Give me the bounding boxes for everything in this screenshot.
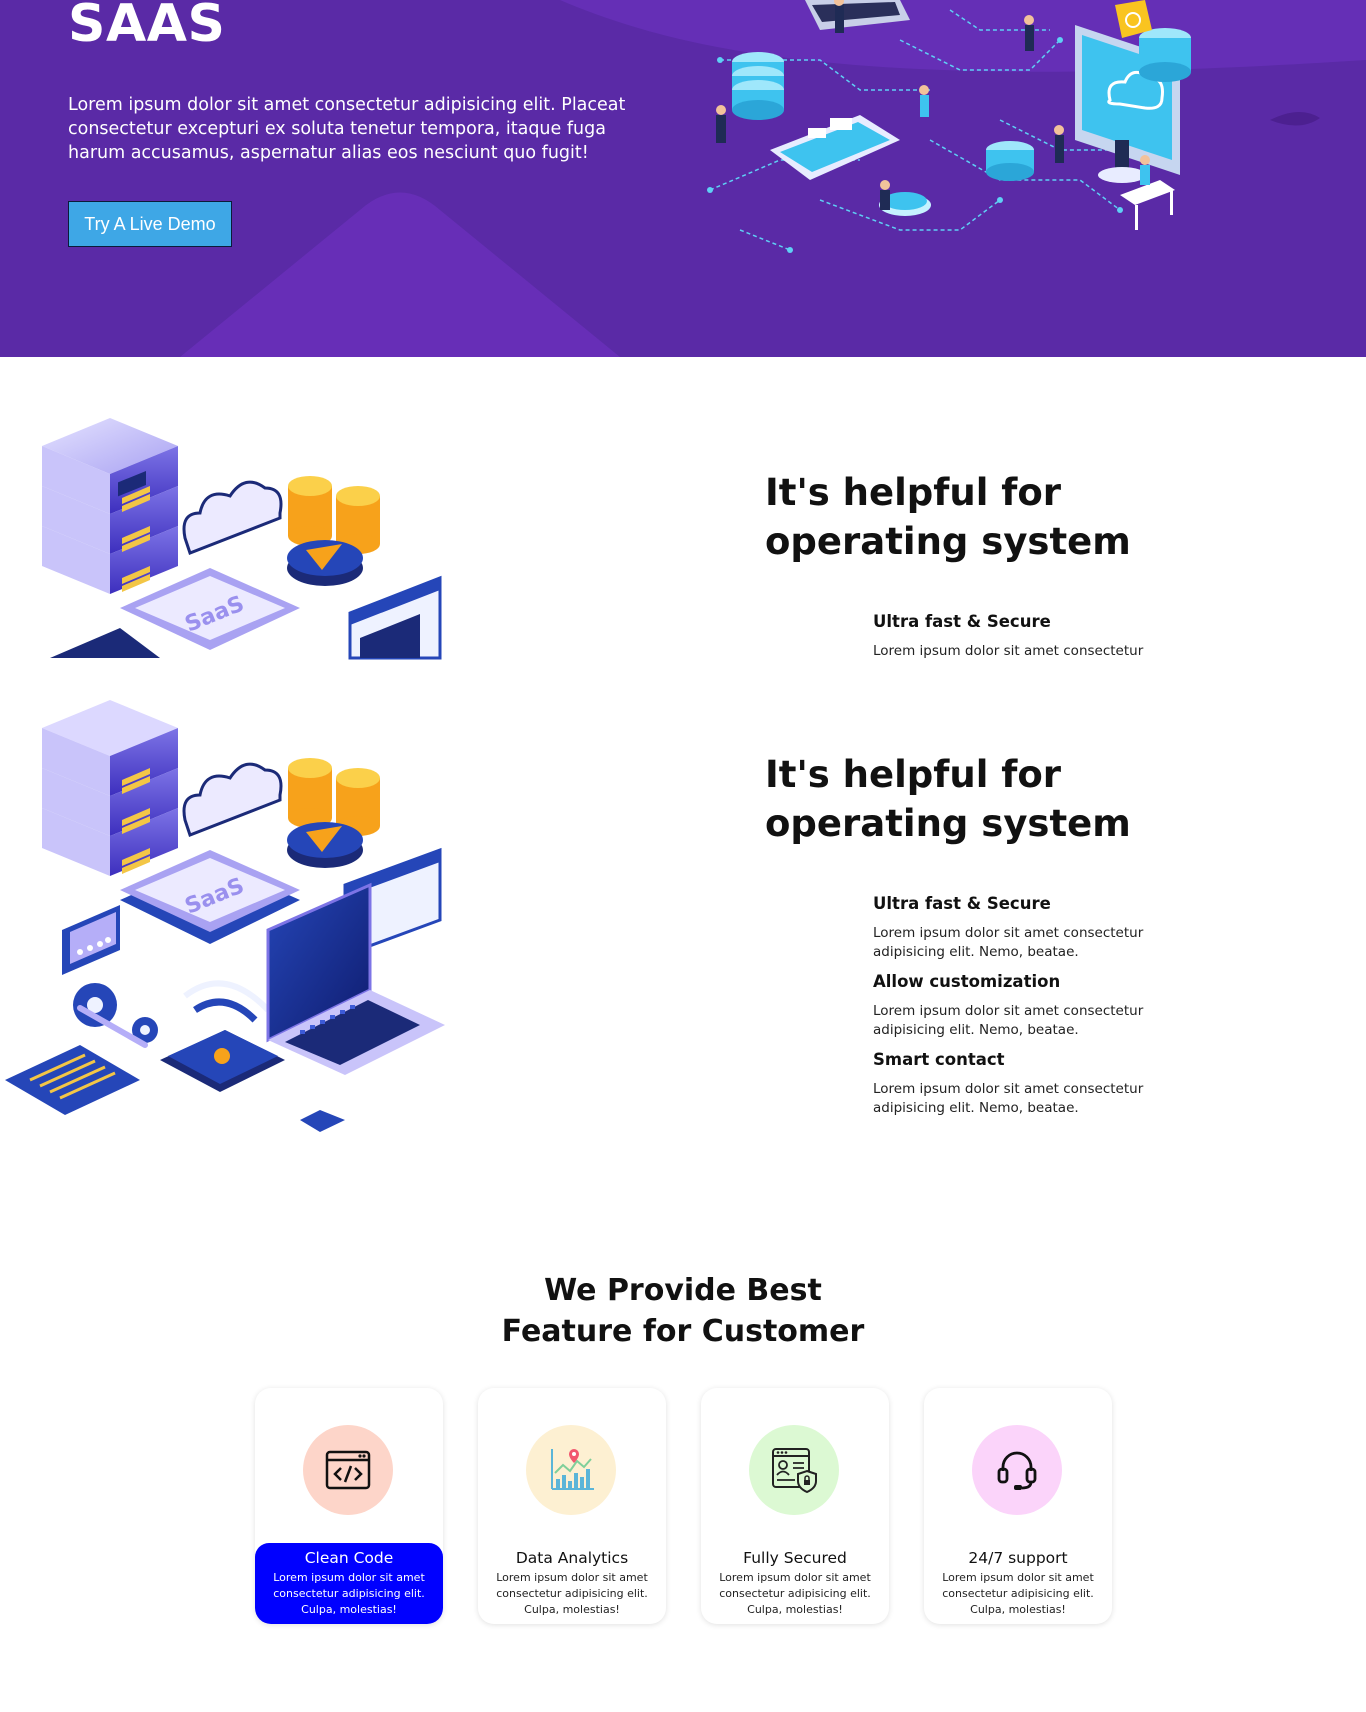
service-card-support[interactable]: 24/7 support Lorem ipsum dolor sit amet … — [924, 1388, 1112, 1624]
feature-item-text: Lorem ipsum dolor sit amet consectetur a… — [873, 925, 1144, 960]
card-body: Data Analytics Lorem ipsum dolor sit ame… — [478, 1543, 666, 1624]
feature-item-title: Ultra fast & Secure — [873, 612, 1051, 631]
card-text: Lorem ipsum dolor sit amet consectetur a… — [496, 1571, 648, 1616]
headset-icon — [997, 1451, 1037, 1490]
services-card-grid: Clean Code Lorem ipsum dolor sit amet co… — [255, 1388, 1113, 1624]
services-title: We Provide Best Feature for Customer — [0, 1270, 1366, 1352]
card-title: Clean Code — [304, 1549, 394, 1567]
services-title-text: We Provide Best Feature for Customer — [501, 1273, 865, 1349]
hero-network-illustration — [707, 0, 1191, 253]
feature-row-2: SaaS It's helpful for operating system U… — [0, 700, 1366, 1146]
analytics-chart-icon — [551, 1449, 594, 1490]
feature-item-text: Lorem ipsum dolor sit amet consectetur a… — [873, 1003, 1144, 1038]
feature-list: Ultra fast & Secure Lorem ipsum dolor si… — [873, 612, 1173, 660]
card-body: Clean Code Lorem ipsum dolor sit amet co… — [255, 1543, 443, 1624]
feature-list: Ultra fast & Secure Lorem ipsum dolor si… — [873, 894, 1173, 1128]
service-card-clean-code[interactable]: Clean Code Lorem ipsum dolor sit amet co… — [255, 1388, 443, 1624]
code-window-icon — [325, 1450, 371, 1490]
card-body: Fully Secured Lorem ipsum dolor sit amet… — [701, 1543, 889, 1624]
try-live-demo-button[interactable]: Try A Live Demo — [68, 201, 232, 247]
card-text: Lorem ipsum dolor sit amet consectetur a… — [942, 1571, 1094, 1616]
feature-item-text: Lorem ipsum dolor sit amet consectetur a… — [873, 1081, 1144, 1116]
card-title: 24/7 support — [968, 1549, 1068, 1567]
feature-heading: It's helpful for operating system — [765, 753, 1131, 845]
feature-heading: It's helpful for operating system — [765, 471, 1131, 563]
saas-server-illustration: SaaS — [42, 418, 442, 660]
service-card-fully-secured[interactable]: Fully Secured Lorem ipsum dolor sit amet… — [701, 1388, 889, 1624]
icon-circle — [749, 1425, 839, 1515]
feature-item-text: Lorem ipsum dolor sit amet consectetur — [873, 643, 1144, 659]
feature-item-title: Ultra fast & Secure — [873, 894, 1051, 913]
card-title: Fully Secured — [743, 1549, 847, 1567]
service-card-data-analytics[interactable]: Data Analytics Lorem ipsum dolor sit ame… — [478, 1388, 666, 1624]
card-body: 24/7 support Lorem ipsum dolor sit amet … — [924, 1543, 1112, 1624]
saas-workflow-illustration: SaaS — [5, 700, 445, 1132]
secure-document-icon — [772, 1448, 817, 1494]
hero-title: SAAS — [68, 0, 226, 54]
feature-row-1: SaaS It's helpful for operating system U… — [0, 418, 1366, 660]
icon-circle — [526, 1425, 616, 1515]
card-text: Lorem ipsum dolor sit amet consectetur a… — [719, 1571, 871, 1616]
card-text: Lorem ipsum dolor sit amet consectetur a… — [273, 1571, 425, 1616]
feature-item-title: Allow customization — [873, 972, 1061, 991]
hero-section: SAAS Lorem ipsum dolor sit amet consecte… — [0, 0, 1366, 357]
icon-circle — [303, 1425, 393, 1515]
hero-description: Lorem ipsum dolor sit amet consectetur a… — [68, 95, 626, 163]
feature-item-title: Smart contact — [873, 1050, 1005, 1069]
card-title: Data Analytics — [515, 1549, 629, 1567]
icon-circle — [972, 1425, 1062, 1515]
